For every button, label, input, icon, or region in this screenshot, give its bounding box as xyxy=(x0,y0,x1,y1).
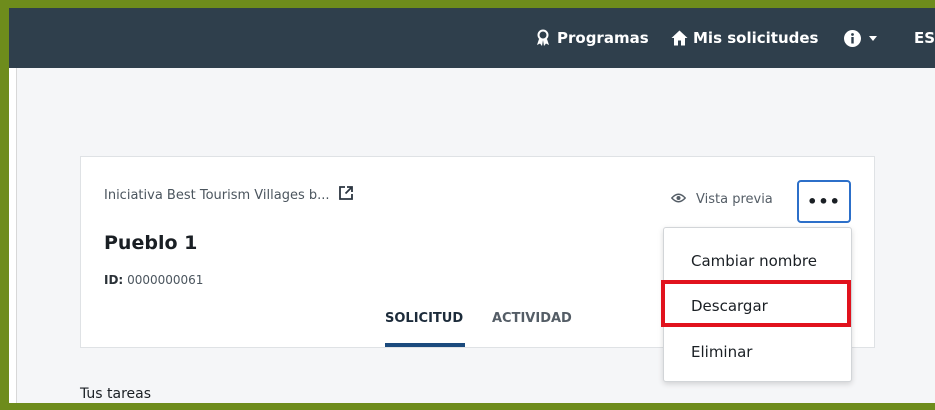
more-options-button[interactable]: ••• xyxy=(797,180,851,223)
award-icon xyxy=(534,29,552,47)
application-id-label: ID: xyxy=(104,273,124,287)
home-icon xyxy=(671,30,688,46)
menu-item-delete[interactable]: Eliminar xyxy=(664,333,851,371)
tab-solicitud[interactable]: SOLICITUD xyxy=(385,311,463,326)
program-link-label: Iniciativa Best Tourism Villages b... xyxy=(104,187,330,203)
external-link-icon xyxy=(338,186,353,204)
nav-programs[interactable]: Programas xyxy=(534,8,649,68)
nav-my-requests-label: Mis solicitudes xyxy=(693,29,819,47)
options-dropdown-menu: Cambiar nombre Descargar Eliminar xyxy=(663,227,852,382)
tasks-heading: Tus tareas xyxy=(80,386,152,402)
menu-item-download[interactable]: Descargar xyxy=(664,287,851,325)
application-title: Pueblo 1 xyxy=(104,232,198,254)
language-selector[interactable]: ES xyxy=(914,8,935,68)
application-id: ID: 0000000061 xyxy=(104,273,203,287)
preview-label: Vista previa xyxy=(696,192,773,207)
nav-programs-label: Programas xyxy=(557,29,649,47)
program-link[interactable]: Iniciativa Best Tourism Villages b... xyxy=(104,186,353,204)
caret-down-icon xyxy=(869,35,877,41)
tab-actividad[interactable]: ACTIVIDAD xyxy=(492,311,572,326)
sidebar-edge xyxy=(9,68,17,403)
eye-icon xyxy=(670,192,696,207)
app-frame: Programas Mis solicitudes ES Iniciativa … xyxy=(9,8,935,403)
menu-item-rename[interactable]: Cambiar nombre xyxy=(664,242,851,280)
active-tab-indicator xyxy=(385,343,465,347)
nav-my-requests[interactable]: Mis solicitudes xyxy=(671,8,818,68)
application-id-value: 0000000061 xyxy=(127,273,204,287)
preview-button[interactable]: Vista previa xyxy=(670,192,773,207)
info-dropdown[interactable] xyxy=(844,8,877,68)
info-icon xyxy=(844,29,861,47)
top-navigation-bar: Programas Mis solicitudes ES xyxy=(9,8,935,68)
